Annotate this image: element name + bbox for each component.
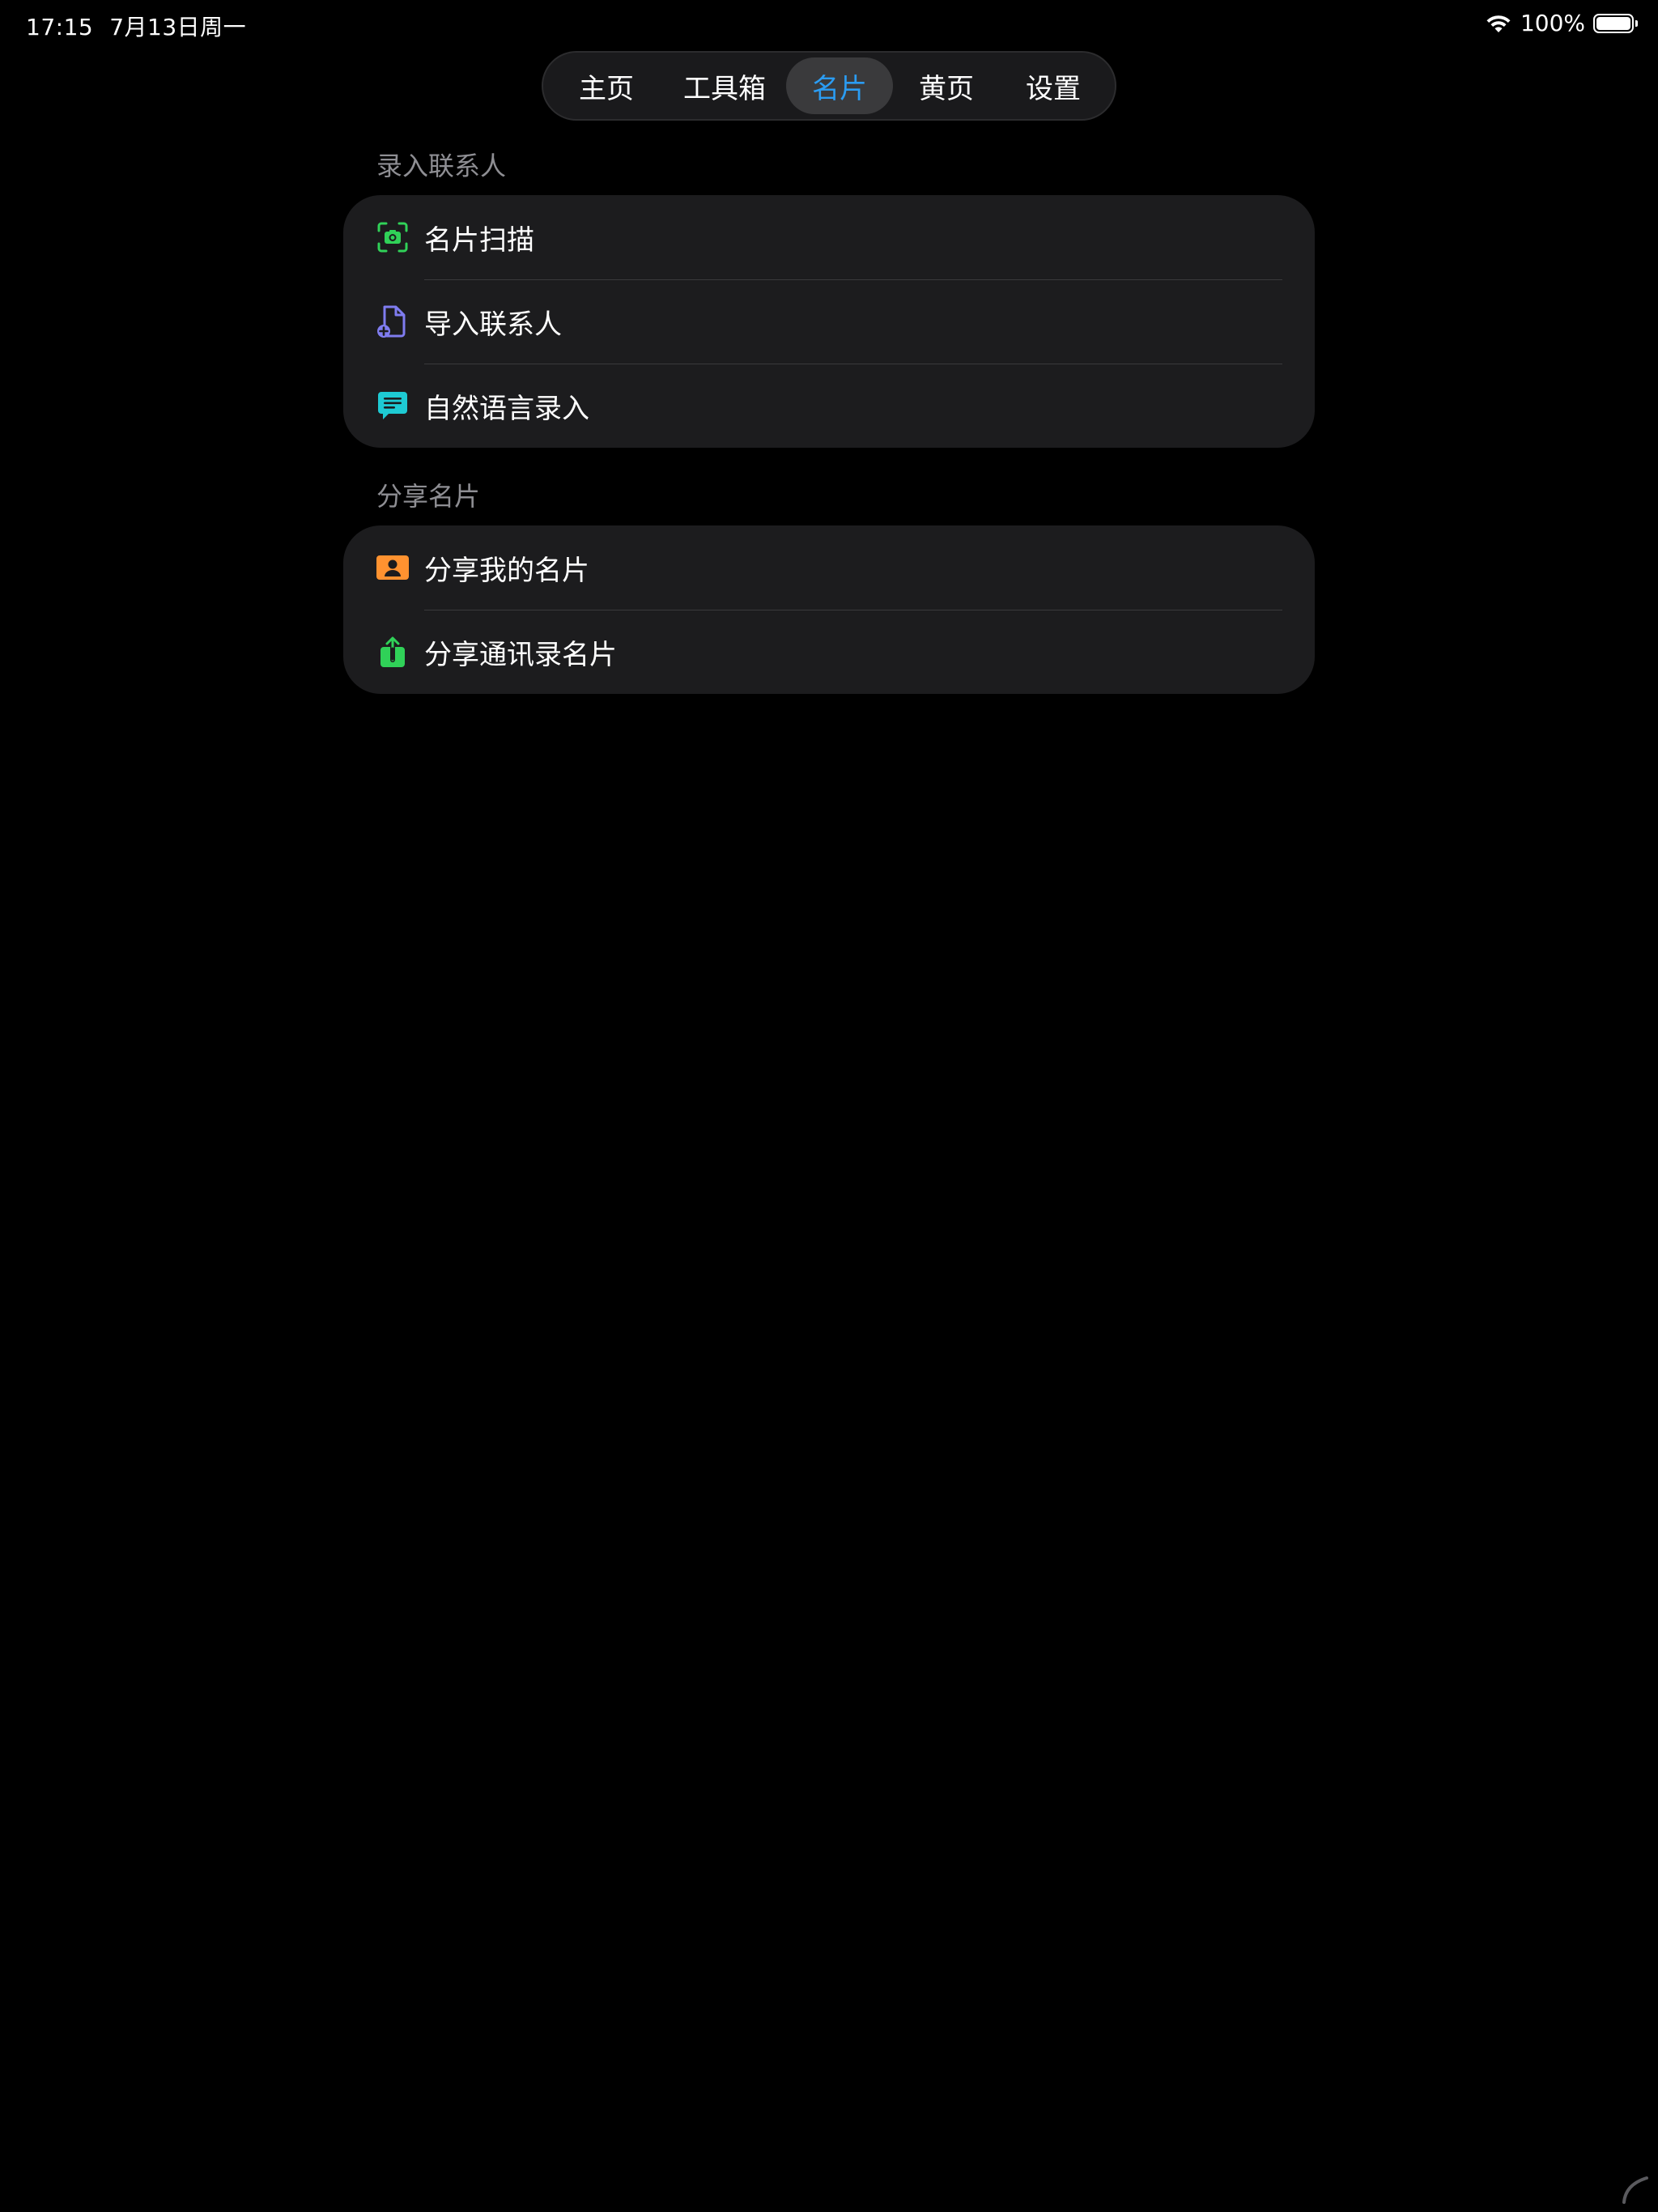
list-item-label: 分享通讯录名片	[424, 638, 617, 671]
share-card-group: 分享我的名片 分享通讯录名片	[343, 525, 1315, 694]
list-item-import-contacts[interactable]: 导入联系人	[343, 279, 1315, 364]
status-bar: 17:15 7月13日周一 100%	[0, 0, 1658, 52]
tab-business-card[interactable]: 名片	[786, 57, 893, 114]
section-header-share-card: 分享名片	[376, 481, 481, 512]
list-item-card-scan[interactable]: 名片扫描	[343, 195, 1315, 279]
chat-bubble-icon	[376, 389, 410, 423]
wifi-icon	[1486, 15, 1511, 32]
status-date: 7月13日周一	[109, 14, 247, 40]
share-icon	[376, 635, 410, 669]
tab-home[interactable]: 主页	[550, 57, 663, 114]
tab-settings[interactable]: 设置	[1000, 57, 1107, 114]
list-item-share-my-card[interactable]: 分享我的名片	[343, 525, 1315, 610]
status-time-date: 17:15 7月13日周一	[26, 10, 246, 42]
list-item-label: 分享我的名片	[424, 554, 589, 587]
corner-indicator-icon	[1622, 2176, 1648, 2204]
battery-percent: 100%	[1520, 10, 1585, 36]
section-header-add-contacts: 录入联系人	[376, 151, 507, 181]
list-item-label: 名片扫描	[424, 223, 534, 257]
status-indicators: 100%	[1485, 10, 1638, 36]
tab-toolbox[interactable]: 工具箱	[663, 57, 786, 114]
document-add-icon	[376, 304, 410, 338]
add-contacts-group: 名片扫描 导入联系人 自然语言录入	[343, 195, 1315, 448]
battery-icon	[1593, 13, 1638, 33]
camera-scan-icon	[376, 220, 410, 254]
battery-fill	[1596, 16, 1630, 30]
tab-bar: 主页 工具箱 名片 黄页 设置	[542, 51, 1116, 121]
status-time: 17:15	[26, 14, 94, 40]
list-item-label: 自然语言录入	[424, 392, 589, 425]
tab-yellow-pages[interactable]: 黄页	[893, 57, 1000, 114]
list-item-label: 导入联系人	[424, 308, 562, 341]
contact-card-icon	[376, 551, 410, 585]
list-item-share-contact-card[interactable]: 分享通讯录名片	[343, 610, 1315, 694]
list-item-natural-language-entry[interactable]: 自然语言录入	[343, 364, 1315, 448]
